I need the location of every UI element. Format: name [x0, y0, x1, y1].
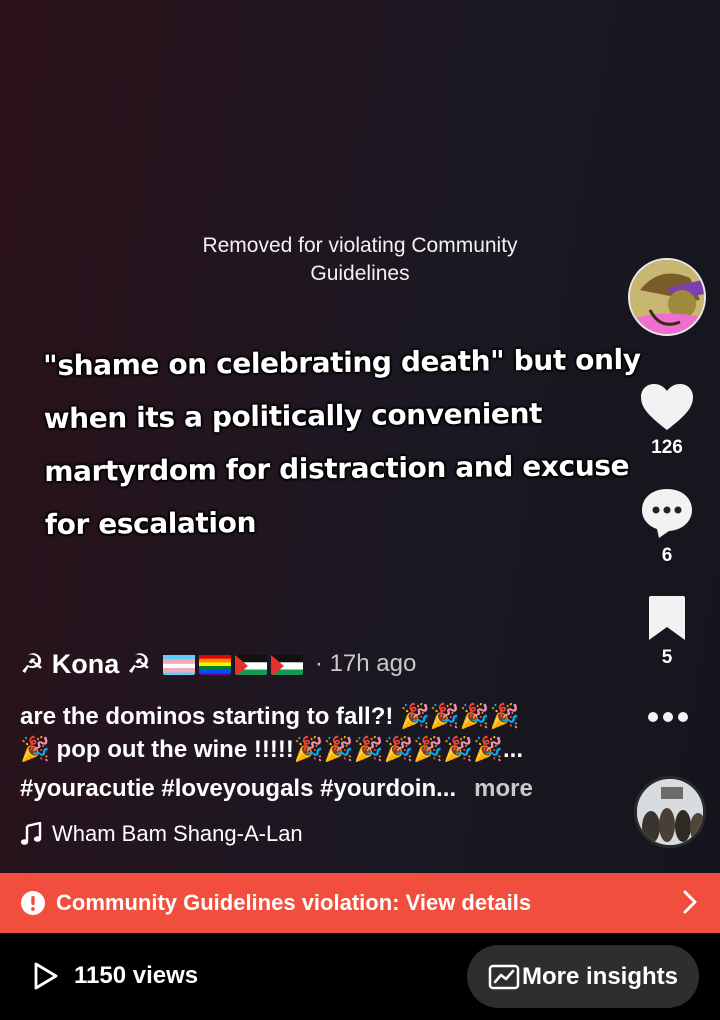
heart-icon: [641, 384, 693, 430]
violation-label: Community Guidelines violation: View det…: [56, 890, 532, 915]
video-overlay-text: "shame on celebrating death" but only wh…: [43, 342, 641, 542]
bottom-bar: 1150 views More insights: [0, 933, 720, 1020]
author-flags: [162, 653, 307, 675]
like-button[interactable]: 126: [627, 382, 707, 459]
more-insights-label: More insights: [521, 962, 678, 990]
save-button[interactable]: 5: [627, 594, 707, 669]
caption[interactable]: are the dominos starting to fall?! 🎉🎉🎉🎉 …: [20, 700, 590, 805]
rainbow-flag-icon: [198, 653, 231, 675]
comment-button[interactable]: 6: [627, 486, 707, 567]
like-count: 126: [651, 437, 683, 458]
palestine-flag-icon: [234, 653, 267, 675]
violation-banner[interactable]: Community Guidelines violation: View det…: [0, 873, 720, 933]
more-icon: [648, 712, 688, 722]
bookmark-icon: [649, 596, 685, 640]
comment-icon: [642, 489, 692, 538]
sound-disc[interactable]: [634, 776, 706, 848]
hashtags-row: #youracutie #loveyougals #yourdoin... mo…: [20, 772, 590, 805]
chevron-right-icon: [683, 890, 697, 914]
alert-icon: [21, 891, 45, 915]
comment-count: 6: [661, 545, 673, 566]
transgender-flag-icon: [162, 653, 195, 675]
music-row[interactable]: Wham Bam Shang-A-Lan: [20, 818, 340, 850]
caption-line: 🎉 pop out the wine !!!!!🎉🎉🎉🎉🎉🎉🎉...: [20, 736, 524, 763]
views-stat: 1150 views: [32, 961, 198, 991]
removed-notice: Removed for violating Community Guidelin…: [202, 234, 518, 285]
caption-line: are the dominos starting to fall?! 🎉🎉🎉🎉: [20, 703, 520, 730]
music-note-icon: [20, 822, 42, 845]
play-icon: [34, 962, 58, 990]
creator-avatar[interactable]: [628, 258, 706, 336]
more-options-button[interactable]: [628, 710, 708, 729]
avatar-art: [630, 260, 704, 334]
more-insights-button[interactable]: More insights: [467, 945, 699, 1008]
author-name[interactable]: ☭ Kona ☭: [20, 649, 151, 680]
post-time: · 17h ago: [314, 650, 417, 677]
save-count: 5: [661, 647, 673, 668]
album-art: [637, 779, 703, 845]
sound-name: Wham Bam Shang-A-Lan: [52, 821, 303, 846]
caption-more-link[interactable]: more: [474, 772, 533, 805]
palestine-flag-icon: [270, 653, 303, 675]
hashtags[interactable]: #youracutie #loveyougals #yourdoin...: [20, 772, 456, 805]
author-row[interactable]: ☭ Kona ☭ · 17h ago: [20, 646, 416, 682]
views-count: 1150 views: [74, 962, 199, 989]
insights-icon: [488, 964, 520, 989]
